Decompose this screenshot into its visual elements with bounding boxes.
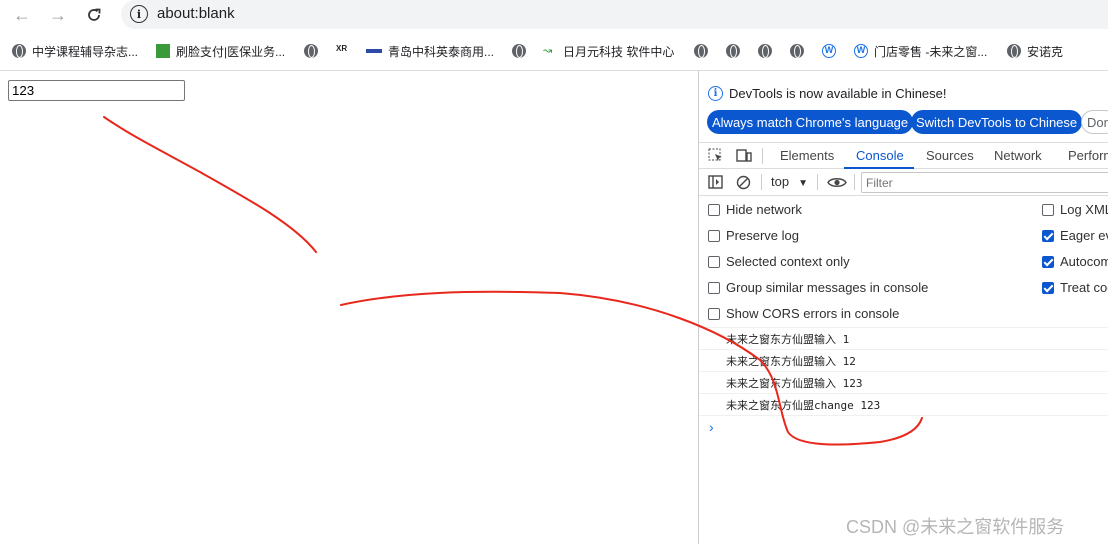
toolbar-separator (762, 148, 763, 164)
eager-evaluation-option[interactable]: Eager ev (1042, 228, 1108, 243)
toolbar-separator (817, 174, 818, 190)
checkbox[interactable] (708, 307, 720, 320)
log-xhr-option[interactable]: Log XML (1042, 202, 1108, 217)
green-logo-icon (156, 44, 170, 58)
browser-toolbar: ← → i about:blank (0, 0, 1108, 31)
xr-logo-icon: XR (336, 44, 348, 53)
checkbox[interactable] (708, 255, 720, 268)
wordpress-icon: W (854, 44, 868, 58)
console-message: 未来之窗东方仙盟输入 1 (699, 327, 1108, 349)
inspect-element-icon[interactable] (708, 148, 724, 163)
wordpress-icon: W (822, 44, 836, 58)
bookmark-item[interactable] (694, 42, 714, 60)
live-expression-eye-icon[interactable] (827, 175, 847, 190)
globe-icon (726, 44, 740, 58)
switch-to-chinese-button[interactable]: Switch DevTools to Chinese (911, 110, 1083, 134)
bookmark-item[interactable] (512, 42, 532, 60)
context-selector[interactable]: top ▼ (771, 174, 808, 189)
checkbox-checked[interactable] (1042, 255, 1054, 268)
bookmark-item[interactable]: W 门店零售 -未来之窗... (854, 42, 987, 60)
bookmark-item[interactable]: 安诺克 (1007, 42, 1063, 60)
page-viewport (0, 71, 698, 544)
bookmark-item[interactable] (726, 42, 746, 60)
bookmark-item[interactable] (790, 42, 810, 60)
bookmark-item[interactable]: XR (336, 42, 358, 60)
show-cors-errors-option[interactable]: Show CORS errors in console (708, 306, 899, 321)
tab-console[interactable]: Console (856, 148, 904, 163)
globe-icon (1007, 44, 1021, 58)
sidebar-toggle-icon[interactable] (708, 175, 724, 190)
globe-icon (790, 44, 804, 58)
dont-show-again-button[interactable]: Don (1081, 110, 1108, 134)
checkbox[interactable] (708, 229, 720, 242)
checkbox[interactable] (708, 281, 720, 294)
console-message: 未来之窗东方仙盟输入 123 (699, 371, 1108, 393)
console-messages: 未来之窗东方仙盟输入 1 未来之窗东方仙盟输入 12 未来之窗东方仙盟输入 12… (699, 327, 1108, 437)
group-similar-option[interactable]: Group similar messages in console (708, 280, 928, 295)
info-icon: i (708, 86, 723, 101)
dropdown-arrow-icon: ▼ (798, 178, 808, 189)
toolbar-separator (761, 174, 762, 190)
console-prompt-icon[interactable]: › (699, 415, 1108, 437)
bookmark-item[interactable]: 中学课程辅导杂志... (12, 42, 138, 60)
clear-console-icon[interactable] (736, 175, 752, 190)
preserve-log-option[interactable]: Preserve log (708, 228, 799, 243)
globe-icon (512, 44, 526, 58)
treat-code-option[interactable]: Treat coc (1042, 280, 1108, 295)
checkbox[interactable] (708, 203, 720, 216)
console-message: 未来之窗东方仙盟输入 12 (699, 349, 1108, 371)
wintec-logo-icon (366, 49, 382, 53)
bookmark-item[interactable]: W (822, 42, 842, 60)
bookmark-item[interactable]: ↝ 日月元科技 软件中心 (543, 42, 674, 60)
globe-icon (694, 44, 708, 58)
console-message: 未来之窗东方仙盟change 123 (699, 393, 1108, 415)
bookmark-item[interactable]: 青岛中科英泰商用... (366, 42, 494, 60)
checkbox[interactable] (1042, 203, 1054, 216)
hide-network-option[interactable]: Hide network (708, 202, 802, 217)
tab-performance[interactable]: Perform (1068, 148, 1108, 163)
arrow-logo-icon: ↝ (543, 45, 553, 57)
url-text: about:blank (157, 5, 235, 22)
globe-icon (12, 44, 26, 58)
bookmarks-bar: 中学课程辅导杂志... 刷脸支付|医保业务... XR 青岛中科英泰商用... … (0, 36, 1108, 66)
text-input[interactable] (8, 80, 185, 101)
console-toolbar: top ▼ (699, 169, 1108, 196)
autocomplete-option[interactable]: Autocom (1042, 254, 1108, 269)
checkbox-checked[interactable] (1042, 281, 1054, 294)
bookmark-item[interactable]: 刷脸支付|医保业务... (156, 42, 285, 60)
always-match-language-button[interactable]: Always match Chrome's language (707, 110, 914, 134)
bookmark-item[interactable] (758, 42, 778, 60)
tab-network[interactable]: Network (994, 148, 1042, 163)
devtools-panel: i DevTools is now available in Chinese! … (698, 71, 1108, 544)
devtools-tab-bar: Elements Console Sources Network Perform (699, 142, 1108, 169)
selected-context-only-option[interactable]: Selected context only (708, 254, 850, 269)
infobar-message: DevTools is now available in Chinese! (729, 86, 947, 101)
back-arrow-icon[interactable]: ← (10, 3, 34, 27)
console-filter-input[interactable] (861, 172, 1108, 193)
language-infobar: i DevTools is now available in Chinese! … (699, 71, 1108, 138)
tab-elements[interactable]: Elements (780, 148, 834, 163)
console-settings: Hide network Preserve log Selected conte… (699, 197, 1108, 327)
reload-icon[interactable] (82, 3, 106, 27)
tab-sources[interactable]: Sources (926, 148, 974, 163)
watermark: CSDN @未来之窗软件服务 (846, 517, 1065, 537)
address-bar[interactable]: i about:blank (121, 0, 1108, 29)
globe-icon (304, 44, 318, 58)
site-info-icon[interactable]: i (130, 5, 148, 23)
bookmark-item[interactable] (304, 42, 324, 60)
toolbar-separator (854, 174, 855, 190)
device-toolbar-icon[interactable] (736, 148, 752, 163)
checkbox-checked[interactable] (1042, 229, 1054, 242)
globe-icon (758, 44, 772, 58)
forward-arrow-icon[interactable]: → (46, 3, 70, 27)
